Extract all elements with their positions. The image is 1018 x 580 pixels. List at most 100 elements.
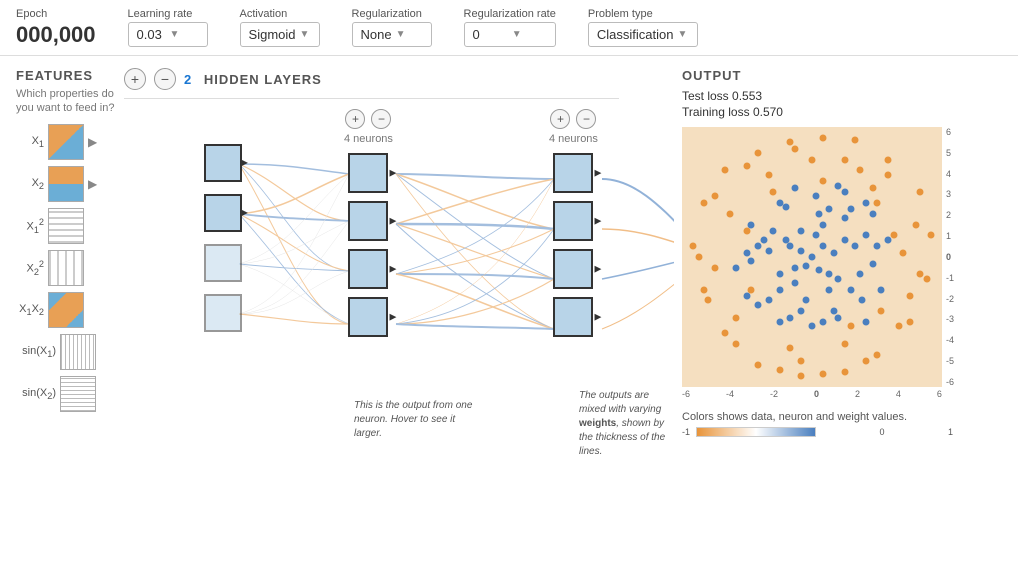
problem-arrow: ▼ [677, 29, 688, 40]
layer1-n4-arrow: ▶ [390, 312, 397, 323]
scatter-plot [682, 127, 942, 387]
network-panel: + − 2 HIDDEN LAYERS [124, 68, 674, 568]
feature-x2-label: X2 [16, 177, 44, 191]
chart-area: -6 -4 -2 0 2 4 6 6 5 4 3 2 1 0 -1 -2 [682, 127, 1002, 399]
dot [748, 286, 755, 293]
layer1-neuron-4[interactable]: ▶ [348, 297, 388, 337]
problem-value: Classification [597, 27, 674, 42]
dot [841, 236, 848, 243]
divider [124, 98, 619, 99]
dot [863, 358, 870, 365]
feature-x2sq-label: X22 [16, 259, 44, 277]
layer2-n2-arrow: ▶ [595, 216, 602, 227]
dot [884, 171, 891, 178]
layer1-neuron-3[interactable]: ▶ [348, 249, 388, 289]
dot [848, 323, 855, 330]
dot [798, 247, 805, 254]
dot [863, 232, 870, 239]
dot [856, 167, 863, 174]
dot [733, 264, 740, 271]
regularization-group: Regularization None ▼ [352, 8, 432, 47]
dot [869, 210, 876, 217]
feature-sinx1-label: sin(X1) [16, 345, 56, 359]
dot [754, 362, 761, 369]
regularization-value: None [361, 27, 392, 42]
layer2-column: + − 4 neurons ▶ ▶ ▶ ▶ [549, 109, 598, 345]
dot [770, 228, 777, 235]
dot [819, 371, 826, 378]
dot [726, 210, 733, 217]
layer2-neuron-2[interactable]: ▶ [553, 201, 593, 241]
dot [819, 243, 826, 250]
add-layer-button[interactable]: + [124, 68, 146, 90]
input-x2-node: ▶ [204, 194, 242, 240]
dot [863, 319, 870, 326]
dot [891, 232, 898, 239]
dot [748, 258, 755, 265]
dot [711, 264, 718, 271]
input-x1-node: ▶ [204, 144, 242, 190]
dot [787, 243, 794, 250]
layer2-neuron-4[interactable]: ▶ [553, 297, 593, 337]
dot [819, 178, 826, 185]
feature-x2-box[interactable] [48, 166, 84, 202]
layer2-neuron-1[interactable]: ▶ [553, 153, 593, 193]
dot [765, 297, 772, 304]
dot [841, 368, 848, 375]
layer1-add-neuron[interactable]: + [345, 109, 365, 129]
feature-sinx1-box[interactable] [60, 334, 96, 370]
layer2-neuron-3[interactable]: ▶ [553, 249, 593, 289]
dot [874, 199, 881, 206]
dot [809, 156, 816, 163]
dot [711, 193, 718, 200]
dot [765, 247, 772, 254]
dot [913, 221, 920, 228]
input-x2sq-node [204, 294, 242, 340]
dot [878, 286, 885, 293]
lr-select[interactable]: 0.03 ▼ [128, 22, 208, 47]
dot [841, 340, 848, 347]
feature-sinx1: sin(X1) [16, 334, 116, 370]
layer1-neurons-label: 4 neurons [344, 133, 393, 145]
layer1-remove-neuron[interactable]: − [371, 109, 391, 129]
dot [841, 156, 848, 163]
network-header: + − 2 HIDDEN LAYERS [124, 68, 674, 90]
dot [878, 308, 885, 315]
layer2-add-neuron[interactable]: + [550, 109, 570, 129]
dot [722, 167, 729, 174]
feature-x1sq-label: X12 [16, 217, 44, 235]
feature-sinx2: sin(X2) [16, 376, 116, 412]
feature-x1-box[interactable] [48, 124, 84, 160]
topbar: Epoch 000,000 Learning rate 0.03 ▼ Activ… [0, 0, 1018, 56]
dot [744, 163, 751, 170]
feature-x1x2-box[interactable] [48, 292, 84, 328]
dot [819, 319, 826, 326]
problem-select[interactable]: Classification ▼ [588, 22, 698, 47]
scatter-container: -6 -4 -2 0 2 4 6 [682, 127, 942, 399]
feature-x1sq-box[interactable] [48, 208, 84, 244]
feature-x2sq-box[interactable] [48, 250, 84, 286]
features-panel: FEATURES Which properties do you want to… [16, 68, 116, 568]
dot [852, 243, 859, 250]
activation-select[interactable]: Sigmoid ▼ [240, 22, 320, 47]
layer1-neuron-2[interactable]: ▶ [348, 201, 388, 241]
output-panel: OUTPUT Test loss 0.553 Training loss 0.5… [682, 68, 1002, 568]
dot [874, 243, 881, 250]
remove-layer-button[interactable]: − [154, 68, 176, 90]
dot [826, 206, 833, 213]
regularization-arrow: ▼ [396, 29, 423, 40]
layer1-neuron-1[interactable]: ▶ [348, 153, 388, 193]
dot [835, 182, 842, 189]
feature-sinx2-box[interactable] [60, 376, 96, 412]
main-content: FEATURES Which properties do you want to… [0, 56, 1018, 580]
reg-rate-select[interactable]: 0 ▼ [464, 22, 556, 47]
dot [791, 145, 798, 152]
test-loss: Test loss 0.553 [682, 89, 1002, 103]
regularization-select[interactable]: None ▼ [352, 22, 432, 47]
layer1-n3-arrow: ▶ [390, 264, 397, 275]
features-subtitle: Which properties do you want to feed in? [16, 87, 116, 116]
reg-rate-value: 0 [473, 27, 508, 42]
layer2-remove-neuron[interactable]: − [576, 109, 596, 129]
legend-labels: 0 [822, 427, 942, 437]
feature-x2: X2 ▶ [16, 166, 116, 202]
